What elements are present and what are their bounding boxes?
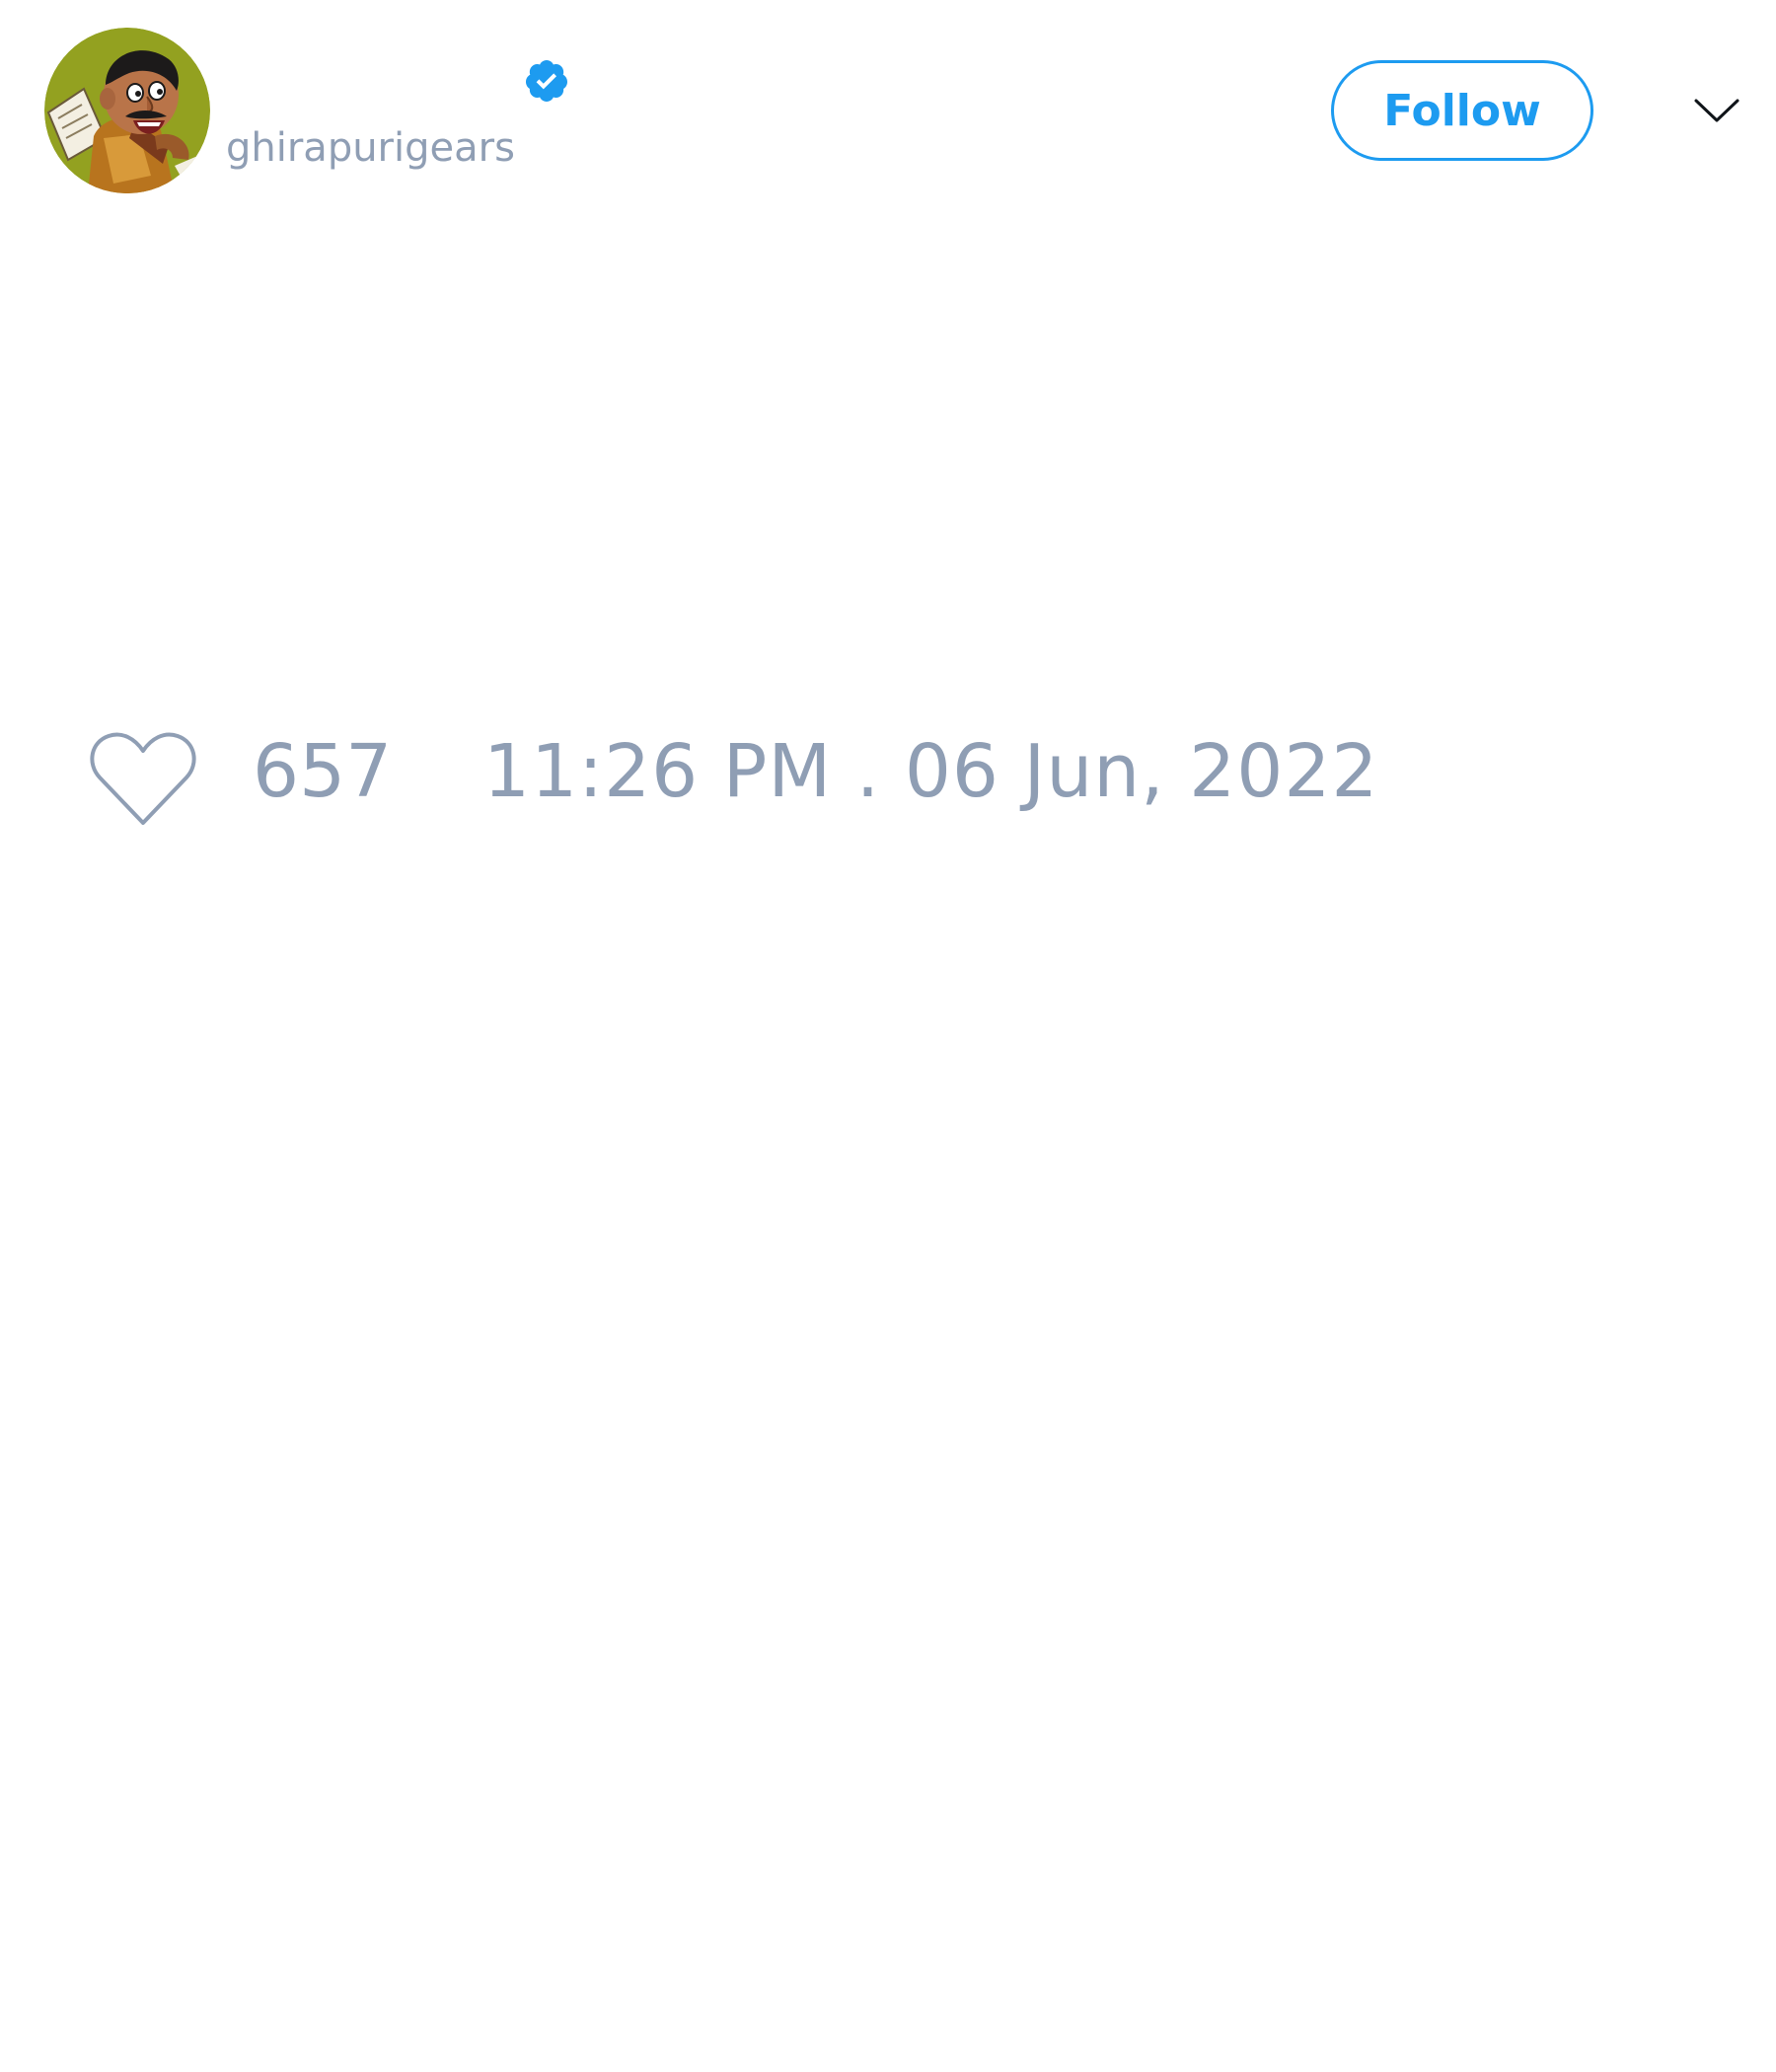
avatar[interactable]	[44, 28, 210, 193]
tweet-timestamp[interactable]: 11:26 PM . 06 Jun, 2022	[483, 731, 1379, 812]
heart-outline-icon[interactable]	[89, 730, 197, 829]
chevron-down-icon[interactable]	[1693, 91, 1740, 130]
like-count: 657	[253, 729, 393, 814]
verified-badge-icon	[525, 60, 567, 102]
follow-button[interactable]: Follow	[1331, 60, 1593, 161]
user-handle[interactable]: ghirapurigears	[226, 126, 515, 170]
